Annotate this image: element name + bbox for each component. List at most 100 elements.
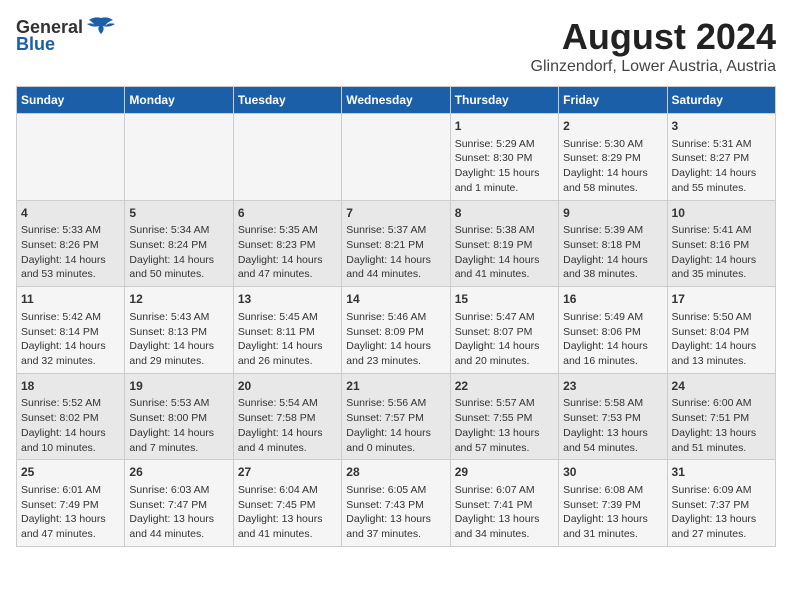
day-info: and 51 minutes. xyxy=(672,441,771,456)
day-info: Sunrise: 5:30 AM xyxy=(563,137,662,152)
day-info: Sunset: 8:09 PM xyxy=(346,325,445,340)
day-info: Sunrise: 6:08 AM xyxy=(563,483,662,498)
table-row: 23Sunrise: 5:58 AMSunset: 7:53 PMDayligh… xyxy=(559,373,667,460)
day-info: Sunset: 8:24 PM xyxy=(129,238,228,253)
calendar-week-row: 1Sunrise: 5:29 AMSunset: 8:30 PMDaylight… xyxy=(17,114,776,201)
day-info: Sunset: 7:53 PM xyxy=(563,411,662,426)
table-row: 31Sunrise: 6:09 AMSunset: 7:37 PMDayligh… xyxy=(667,460,775,547)
day-info: Sunset: 7:43 PM xyxy=(346,498,445,513)
table-row: 26Sunrise: 6:03 AMSunset: 7:47 PMDayligh… xyxy=(125,460,233,547)
day-info: Daylight: 13 hours xyxy=(238,512,337,527)
day-info: Daylight: 13 hours xyxy=(129,512,228,527)
table-row: 20Sunrise: 5:54 AMSunset: 7:58 PMDayligh… xyxy=(233,373,341,460)
table-row: 15 Sunrise: 5:47 AMSunset: 8:07 PMDayligh… xyxy=(450,287,558,374)
day-info: Sunset: 8:23 PM xyxy=(238,238,337,253)
day-info: Sunset: 8:27 PM xyxy=(672,151,771,166)
day-info: Sunrise: 5:53 AM xyxy=(129,396,228,411)
day-info: Sunset: 7:45 PM xyxy=(238,498,337,513)
day-info: Sunrise: 5:49 AM xyxy=(563,310,662,325)
day-info: Daylight: 13 hours xyxy=(672,426,771,441)
day-info: and 44 minutes. xyxy=(129,527,228,542)
day-number: 19 xyxy=(129,378,228,395)
day-info: Sunrise: 6:05 AM xyxy=(346,483,445,498)
day-info: Sunset: 8:04 PM xyxy=(672,325,771,340)
day-info: Sunset: 7:49 PM xyxy=(21,498,120,513)
day-info: and 31 minutes. xyxy=(563,527,662,542)
day-info: Daylight: 14 hours xyxy=(563,253,662,268)
day-number: 15 xyxy=(455,291,554,308)
day-number: 30 xyxy=(563,464,662,481)
day-info: Sunrise: 5:58 AM xyxy=(563,396,662,411)
day-info: Sunset: 8:07 PM xyxy=(455,325,554,340)
day-info: and 20 minutes. xyxy=(455,354,554,369)
day-info: Daylight: 13 hours xyxy=(563,426,662,441)
table-row: 16Sunrise: 5:49 AMSunset: 8:06 PMDayligh… xyxy=(559,287,667,374)
table-row: 12Sunrise: 5:43 AMSunset: 8:13 PMDayligh… xyxy=(125,287,233,374)
day-info: and 58 minutes. xyxy=(563,181,662,196)
day-info: and 26 minutes. xyxy=(238,354,337,369)
day-number: 16 xyxy=(563,291,662,308)
day-info: Daylight: 14 hours xyxy=(238,339,337,354)
day-info: Daylight: 14 hours xyxy=(129,426,228,441)
day-info: and 13 minutes. xyxy=(672,354,771,369)
day-info: and 16 minutes. xyxy=(563,354,662,369)
day-info: and 34 minutes. xyxy=(455,527,554,542)
day-info: Daylight: 14 hours xyxy=(455,339,554,354)
day-info: Sunrise: 5:29 AM xyxy=(455,137,554,152)
day-info: Sunset: 7:58 PM xyxy=(238,411,337,426)
day-info: Sunset: 7:57 PM xyxy=(346,411,445,426)
day-info: and 41 minutes. xyxy=(238,527,337,542)
day-info: Daylight: 15 hours xyxy=(455,166,554,181)
day-info: and 47 minutes. xyxy=(238,267,337,282)
logo-bird-icon xyxy=(87,16,115,38)
day-info: Daylight: 14 hours xyxy=(238,426,337,441)
header-sunday: Sunday xyxy=(17,87,125,114)
day-info: and 54 minutes. xyxy=(563,441,662,456)
table-row: 2Sunrise: 5:30 AMSunset: 8:29 PMDaylight… xyxy=(559,114,667,201)
day-number: 23 xyxy=(563,378,662,395)
day-info: Daylight: 14 hours xyxy=(346,253,445,268)
day-info: Sunrise: 5:56 AM xyxy=(346,396,445,411)
logo-blue: Blue xyxy=(16,34,55,55)
day-info: and 1 minute. xyxy=(455,181,554,196)
day-info: Sunset: 8:26 PM xyxy=(21,238,120,253)
day-info: Sunrise: 5:39 AM xyxy=(563,223,662,238)
day-info: Daylight: 14 hours xyxy=(21,253,120,268)
day-info: Sunset: 7:39 PM xyxy=(563,498,662,513)
day-info: Sunrise: 5:54 AM xyxy=(238,396,337,411)
day-info: and 47 minutes. xyxy=(21,527,120,542)
day-number: 10 xyxy=(672,205,771,222)
day-info: and 53 minutes. xyxy=(21,267,120,282)
day-info: and 4 minutes. xyxy=(238,441,337,456)
table-row: 1Sunrise: 5:29 AMSunset: 8:30 PMDaylight… xyxy=(450,114,558,201)
day-number: 5 xyxy=(129,205,228,222)
day-info: Sunrise: 5:50 AM xyxy=(672,310,771,325)
day-number: 7 xyxy=(346,205,445,222)
day-number: 31 xyxy=(672,464,771,481)
day-info: Sunset: 8:11 PM xyxy=(238,325,337,340)
page-header: General Blue August 2024 Glinzendorf, Lo… xyxy=(16,16,776,76)
day-info: Sunrise: 6:07 AM xyxy=(455,483,554,498)
day-number: 6 xyxy=(238,205,337,222)
day-number: 17 xyxy=(672,291,771,308)
calendar-week-row: 4Sunrise: 5:33 AMSunset: 8:26 PMDaylight… xyxy=(17,200,776,287)
day-info: and 35 minutes. xyxy=(672,267,771,282)
day-info: and 10 minutes. xyxy=(21,441,120,456)
table-row: 11Sunrise: 5:42 AMSunset: 8:14 PMDayligh… xyxy=(17,287,125,374)
day-info: and 55 minutes. xyxy=(672,181,771,196)
table-row: 6Sunrise: 5:35 AMSunset: 8:23 PMDaylight… xyxy=(233,200,341,287)
day-info: Sunrise: 5:47 AM xyxy=(455,310,554,325)
day-info: Sunrise: 5:38 AM xyxy=(455,223,554,238)
day-info: Daylight: 14 hours xyxy=(672,253,771,268)
day-info: Sunrise: 5:33 AM xyxy=(21,223,120,238)
day-info: Daylight: 14 hours xyxy=(346,339,445,354)
table-row: 25Sunrise: 6:01 AMSunset: 7:49 PMDayligh… xyxy=(17,460,125,547)
calendar-week-row: 25Sunrise: 6:01 AMSunset: 7:49 PMDayligh… xyxy=(17,460,776,547)
table-row: 22Sunrise: 5:57 AMSunset: 7:55 PMDayligh… xyxy=(450,373,558,460)
day-info: Daylight: 13 hours xyxy=(672,512,771,527)
day-info: Sunrise: 5:57 AM xyxy=(455,396,554,411)
day-number: 25 xyxy=(21,464,120,481)
day-info: Sunrise: 5:41 AM xyxy=(672,223,771,238)
day-info: and 0 minutes. xyxy=(346,441,445,456)
table-row: 27Sunrise: 6:04 AMSunset: 7:45 PMDayligh… xyxy=(233,460,341,547)
